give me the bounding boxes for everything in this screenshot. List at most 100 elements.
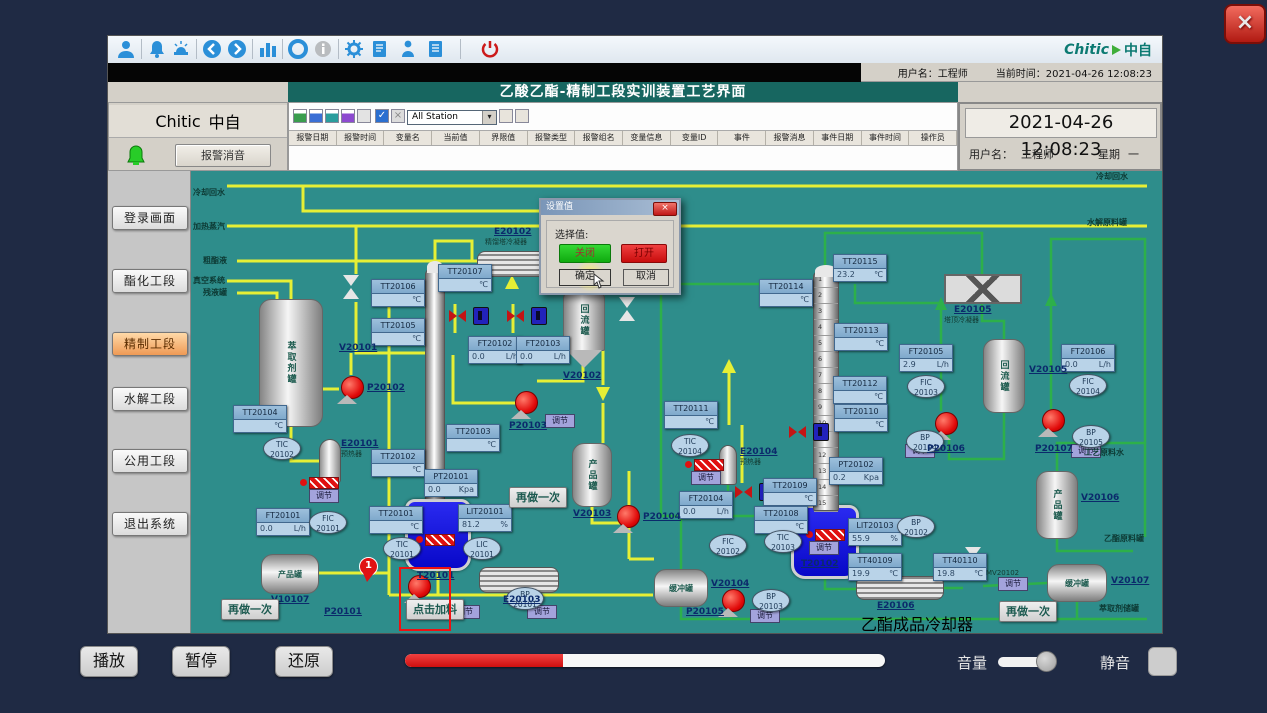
- tag-value-row: 0.2Kpa: [830, 472, 882, 484]
- equipment-label: P20104: [643, 512, 681, 522]
- restore-button[interactable]: 还原: [275, 646, 333, 677]
- alarm-mute-button[interactable]: 报警消音: [175, 144, 271, 167]
- dialog-body: 选择值: 关闭 打开 确定 取消: [546, 220, 674, 288]
- table-green-icon[interactable]: [293, 109, 307, 123]
- alarm-column-header: 操作员: [909, 131, 957, 145]
- brand-cn: 中自: [1124, 40, 1152, 60]
- value-open-button[interactable]: 打开: [621, 244, 667, 263]
- sidebar-nav-button[interactable]: 水解工段: [112, 387, 188, 411]
- value-close-button[interactable]: 关闭: [559, 244, 611, 263]
- lock-icon[interactable]: [515, 109, 529, 123]
- tag-value-row: ℃: [439, 279, 491, 291]
- highlight-rectangle: [399, 567, 451, 631]
- control-valve[interactable]: [789, 425, 829, 441]
- progress-bar[interactable]: [405, 654, 885, 667]
- equipment-label: V20102: [563, 371, 601, 381]
- pump[interactable]: [513, 391, 539, 419]
- equipment-label: E20106: [877, 601, 914, 611]
- instrument-tag: PT20101 0.0Kpa: [424, 469, 478, 497]
- electric-heater-icon[interactable]: [309, 477, 339, 489]
- sidebar-nav-button[interactable]: 酯化工段: [112, 269, 188, 293]
- diagram-action-button[interactable]: 再做一次: [509, 487, 567, 508]
- settings-icon[interactable]: [344, 39, 366, 59]
- tag-unit: %: [500, 519, 508, 531]
- bar-chart-icon[interactable]: [258, 39, 280, 59]
- nav-forward-icon[interactable]: [227, 39, 249, 59]
- diagram-action-button[interactable]: 再做一次: [221, 599, 279, 620]
- bell-small-icon[interactable]: [499, 109, 513, 123]
- control-valve[interactable]: [449, 309, 489, 325]
- equipment-label: 预热器: [740, 457, 761, 467]
- export-icon[interactable]: [357, 109, 371, 123]
- volume-knob[interactable]: [1036, 651, 1057, 672]
- control-valve[interactable]: [507, 309, 547, 325]
- chevron-down-icon[interactable]: ▾: [482, 111, 496, 124]
- info-icon[interactable]: [313, 39, 335, 59]
- dialog-prompt: 选择值:: [555, 226, 588, 241]
- cancel-button[interactable]: 取消: [623, 269, 669, 286]
- sidebar-nav-button[interactable]: 公用工段: [112, 449, 188, 473]
- alarm-lamp-icon[interactable]: [171, 39, 193, 59]
- controller-bubble: BP20105: [1072, 425, 1110, 448]
- regulate-button[interactable]: 调节: [545, 414, 575, 428]
- diagram-action-button[interactable]: 再做一次: [999, 601, 1057, 622]
- ack-check-icon[interactable]: ✓: [375, 109, 389, 123]
- regulate-button[interactable]: 调节: [691, 471, 721, 485]
- pump[interactable]: [339, 376, 365, 404]
- station-filter-value: All Station: [412, 112, 458, 122]
- tag-value-row: 0.0L/h: [1062, 359, 1114, 371]
- equipment-label: P20101: [324, 607, 362, 617]
- electric-heater-icon[interactable]: [815, 529, 845, 541]
- alarm-panel: ✓ × All Station ▾ 报警日期报警时间变量名当前值界限值报警类型报…: [288, 102, 958, 171]
- tag-name: TT20102: [372, 450, 424, 464]
- mute-label: 静音: [1100, 652, 1130, 673]
- window-close-button[interactable]: ×: [1224, 4, 1266, 44]
- controller-number: 20102: [898, 528, 934, 538]
- pump[interactable]: [615, 505, 641, 533]
- sidebar-nav-button[interactable]: 退出系统: [112, 512, 188, 536]
- clear-icon[interactable]: ×: [391, 109, 405, 123]
- operator-icon[interactable]: [398, 39, 420, 59]
- alarm-bell-icon[interactable]: [125, 144, 147, 166]
- regulate-button[interactable]: 调节: [998, 577, 1028, 591]
- table-teal-icon[interactable]: [325, 109, 339, 123]
- mute-checkbox[interactable]: [1148, 647, 1177, 676]
- equipment-label: E20104: [740, 447, 777, 457]
- electric-heater-icon[interactable]: [425, 534, 455, 546]
- station-filter-select[interactable]: All Station ▾: [407, 110, 497, 125]
- tag-name: FT20104: [680, 492, 732, 506]
- sidebar-nav-button[interactable]: 登录画面: [112, 206, 188, 230]
- electric-heater-icon[interactable]: [694, 459, 724, 471]
- power-icon[interactable]: [480, 39, 502, 59]
- log-icon[interactable]: [426, 39, 448, 59]
- brand-panel: Chitic 中自 报警消音: [108, 102, 288, 171]
- controller-bubble: LIC20101: [463, 537, 501, 560]
- vessel: [944, 274, 1022, 304]
- controller-number: 20103: [908, 388, 944, 398]
- regulate-button[interactable]: 调节: [309, 489, 339, 503]
- table-blue-icon[interactable]: [309, 109, 323, 123]
- dialog-close-button[interactable]: ×: [653, 202, 677, 216]
- stop-icon[interactable]: [288, 39, 310, 59]
- equipment-label: 水解原料罐: [1087, 217, 1127, 228]
- play-button[interactable]: 播放: [80, 646, 138, 677]
- sidebar-nav-button[interactable]: 精制工段: [112, 332, 188, 356]
- instrument-tag: FT20101 0.0L/h: [256, 508, 310, 536]
- table-purple-icon[interactable]: [341, 109, 355, 123]
- pump[interactable]: [1040, 409, 1066, 437]
- instrument-tag: LIT20103 55.9%: [848, 518, 902, 546]
- tag-value-row: 81.2%: [459, 519, 511, 531]
- nav-back-icon[interactable]: [202, 39, 224, 59]
- valve-indicator: [531, 307, 547, 325]
- tag-value-row: 23.2℃: [834, 269, 886, 281]
- instrument-tag: FT20102 0.0L/h: [468, 336, 522, 364]
- bell-icon[interactable]: [147, 39, 169, 59]
- equipment-label: E20103: [503, 595, 540, 605]
- rotameter-icon: [343, 275, 359, 299]
- user-icon[interactable]: [116, 39, 138, 59]
- report-icon[interactable]: [370, 39, 392, 59]
- regulate-button[interactable]: 调节: [809, 541, 839, 555]
- equipment-label: V20104: [711, 579, 749, 589]
- instrument-tag: TT20104 ℃: [233, 405, 287, 433]
- pause-button[interactable]: 暂停: [172, 646, 230, 677]
